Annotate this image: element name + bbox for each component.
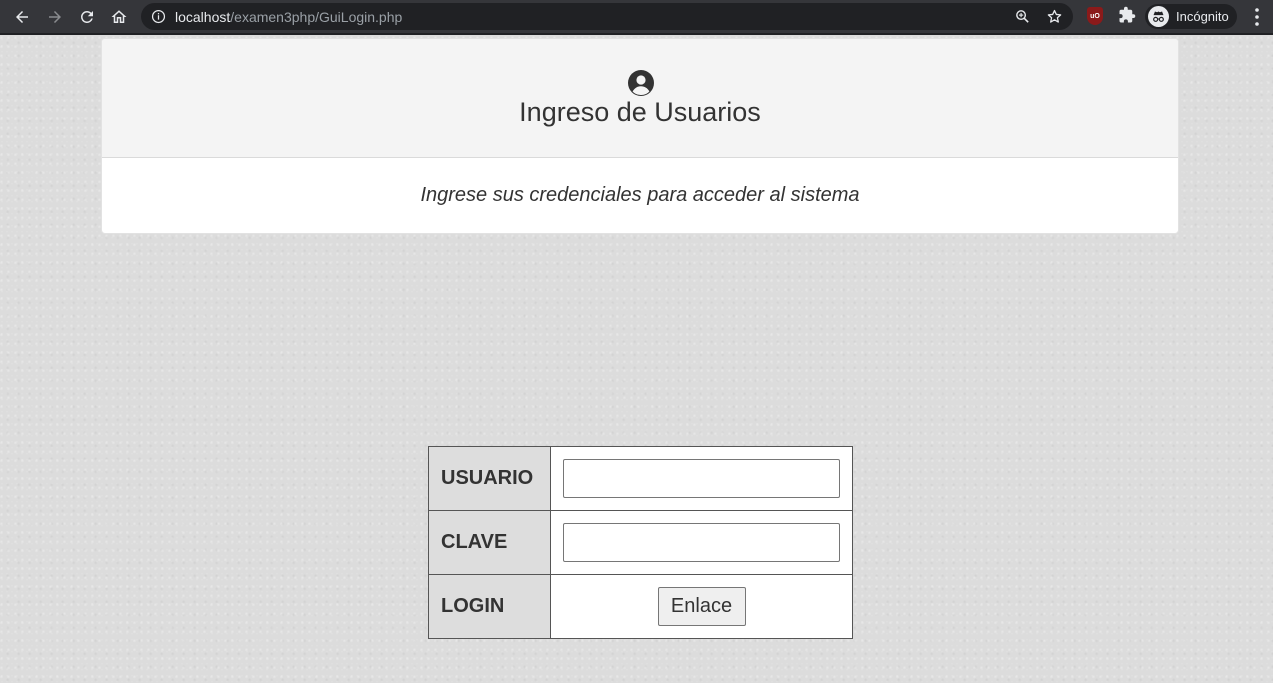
page-title: Ingreso de Usuarios xyxy=(519,97,761,127)
ublock-extension-icon[interactable]: uO xyxy=(1087,7,1103,25)
bookmark-star-icon[interactable] xyxy=(1046,8,1063,25)
puzzle-extensions-icon[interactable] xyxy=(1118,6,1136,24)
reload-button[interactable] xyxy=(74,4,100,30)
login-label: LOGIN xyxy=(428,574,551,639)
back-button[interactable] xyxy=(9,4,35,30)
zoom-icon[interactable] xyxy=(1014,8,1031,25)
usuario-input[interactable] xyxy=(563,459,840,498)
clave-input[interactable] xyxy=(563,523,840,562)
enlace-button[interactable]: Enlace xyxy=(657,587,746,626)
info-icon[interactable] xyxy=(151,9,166,24)
login-cell: Enlace xyxy=(550,574,853,639)
incognito-badge[interactable]: Incógnito xyxy=(1145,4,1237,29)
page-subtitle: Ingrese sus credenciales para acceder al… xyxy=(420,184,860,206)
user-circle-icon xyxy=(628,70,654,96)
clave-label: CLAVE xyxy=(428,510,551,575)
incognito-icon xyxy=(1148,6,1169,27)
browser-toolbar: localhost/examen3php/GuiLogin.php uO Inc… xyxy=(0,0,1273,33)
header-card: Ingreso de Usuarios Ingrese sus credenci… xyxy=(101,38,1179,234)
usuario-cell xyxy=(550,446,853,511)
ublock-label: uO xyxy=(1090,12,1100,20)
more-menu-icon[interactable] xyxy=(1250,6,1264,28)
login-form-table: USUARIO CLAVE LOGIN Enlace xyxy=(428,446,853,639)
card-header: Ingreso de Usuarios xyxy=(102,39,1178,158)
clave-cell xyxy=(550,510,853,575)
url-path: /examen3php/GuiLogin.php xyxy=(230,9,403,25)
reload-icon xyxy=(80,10,93,23)
arrow-right-icon xyxy=(49,11,61,23)
page-viewport: Ingreso de Usuarios Ingrese sus credenci… xyxy=(0,35,1273,683)
address-bar[interactable]: localhost/examen3php/GuiLogin.php xyxy=(141,3,1073,30)
usuario-label: USUARIO xyxy=(428,446,551,511)
clave-row: CLAVE xyxy=(428,510,853,575)
home-button[interactable] xyxy=(106,4,132,30)
home-icon xyxy=(111,10,127,23)
arrow-left-icon xyxy=(16,11,28,23)
url-text[interactable]: localhost/examen3php/GuiLogin.php xyxy=(175,9,402,25)
incognito-label: Incógnito xyxy=(1176,9,1229,24)
login-row: LOGIN Enlace xyxy=(428,574,853,639)
url-host: localhost xyxy=(175,9,231,25)
usuario-row: USUARIO xyxy=(428,446,853,511)
forward-button[interactable] xyxy=(42,4,68,30)
